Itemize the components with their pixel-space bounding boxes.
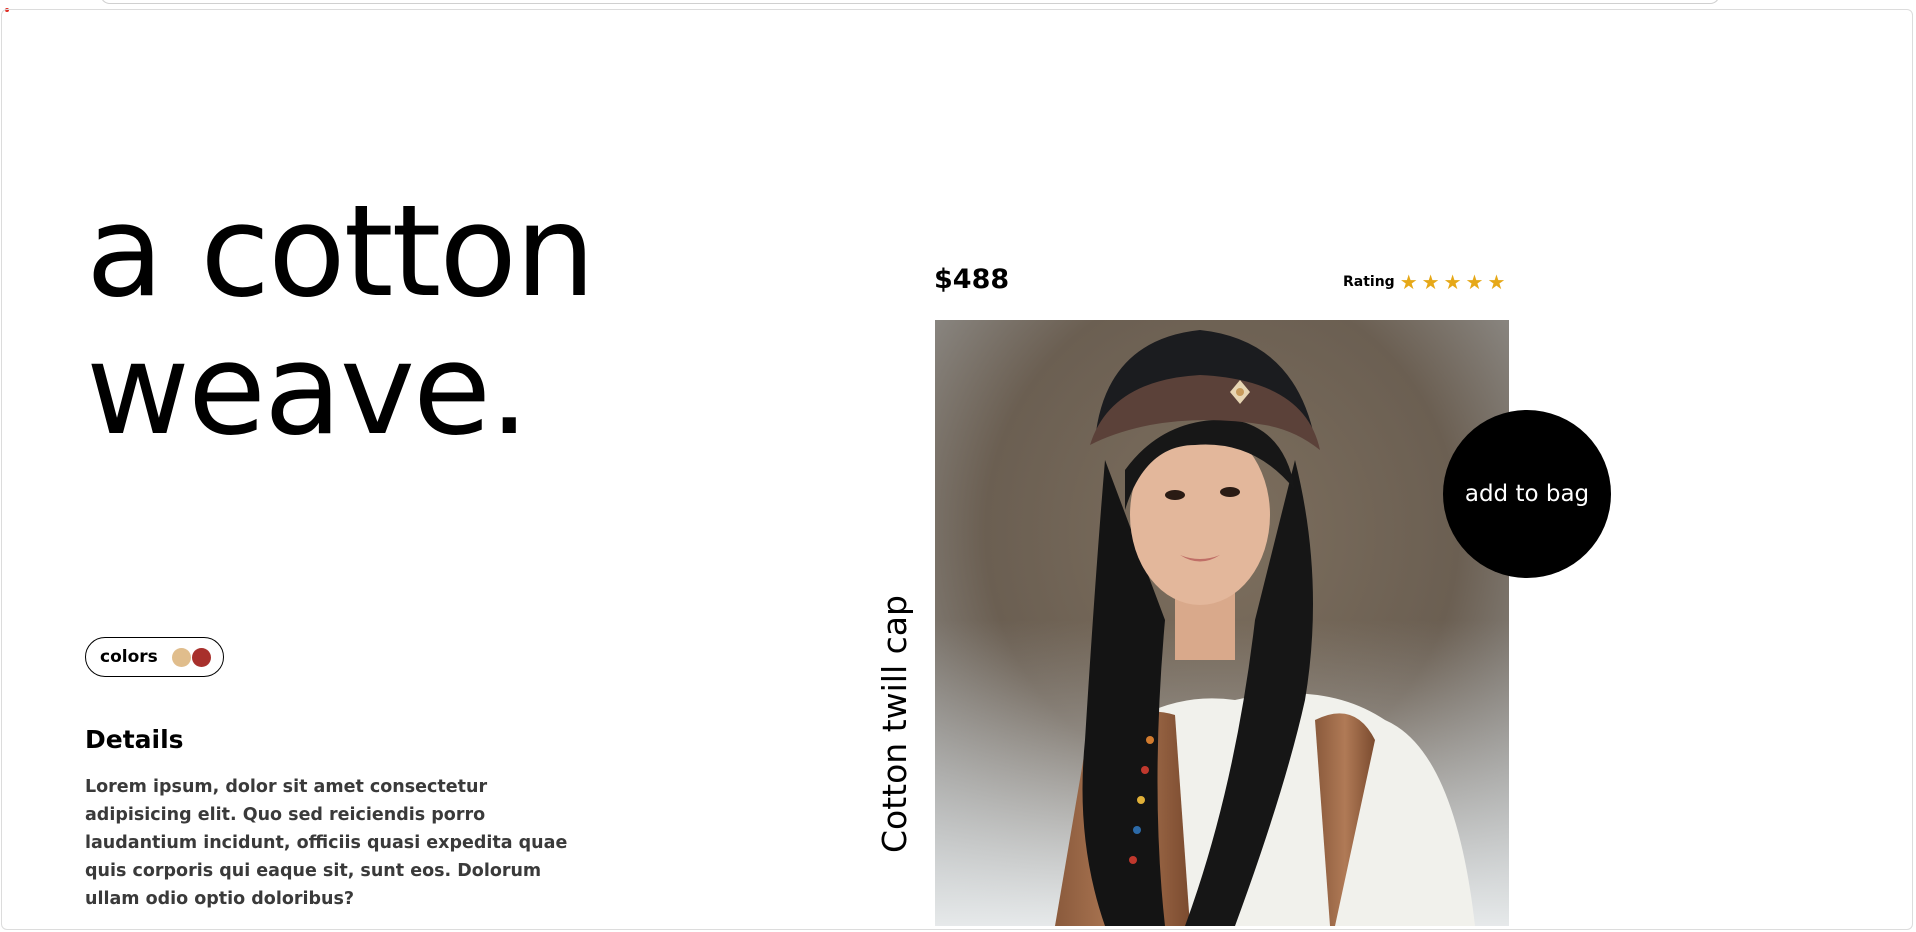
product-name: Cotton twill cap — [875, 595, 914, 853]
details-heading: Details — [85, 725, 184, 754]
details-description: Lorem ipsum, dolor sit amet consectetur … — [85, 777, 568, 909]
add-to-bag-button[interactable]: add to bag — [1443, 410, 1611, 578]
color-swatch-red[interactable] — [191, 647, 211, 667]
model-wearing-cap-illustration — [935, 320, 1509, 926]
hero-title-line-2: weave. — [86, 315, 530, 463]
color-swatch-beige[interactable] — [171, 647, 191, 667]
rating-label: Rating — [1343, 274, 1395, 290]
colors-label: colors — [100, 647, 158, 667]
hero-title: a cotton weave. — [86, 182, 786, 458]
star-icon: ★ — [1399, 270, 1418, 294]
colors-selector: colors — [85, 637, 224, 677]
product-rating: Rating ★ ★ ★ ★ ★ — [1343, 272, 1505, 292]
star-icon: ★ — [1443, 270, 1462, 294]
hero-title-line-1: a cotton — [86, 177, 596, 325]
star-icon: ★ — [1487, 270, 1506, 294]
star-icon: ★ — [1421, 270, 1440, 294]
product-photo — [935, 320, 1509, 926]
product-price: $488 — [934, 264, 1010, 295]
star-icon: ★ — [1465, 270, 1484, 294]
browser-top-bar — [100, 0, 1720, 4]
color-swatches — [171, 647, 211, 667]
